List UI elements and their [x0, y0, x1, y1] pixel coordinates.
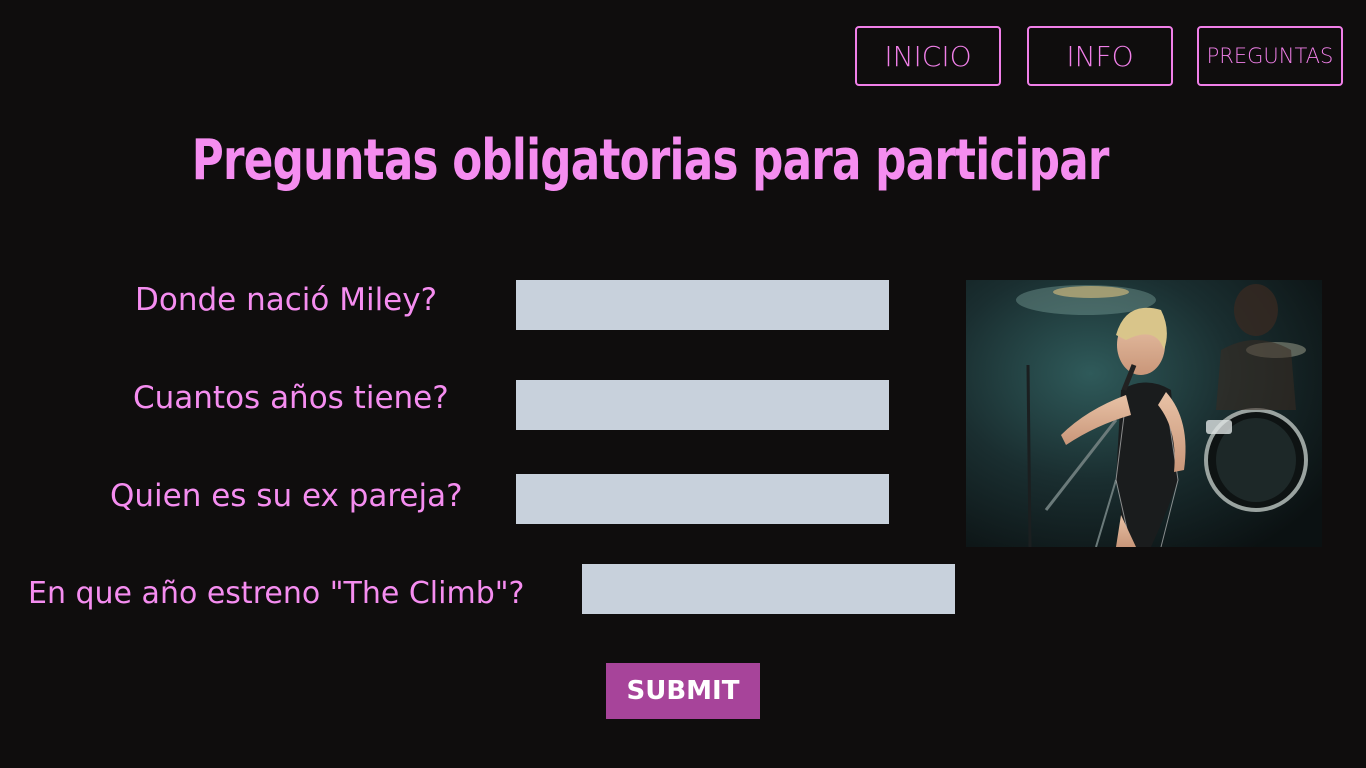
answer-input-3[interactable] — [516, 474, 889, 524]
answer-input-4[interactable] — [582, 564, 955, 614]
nav-button-preguntas[interactable]: PREGUNTAS — [1197, 26, 1343, 86]
nav-button-info[interactable]: INFO — [1027, 26, 1173, 86]
singer-photo — [966, 280, 1322, 547]
submit-button[interactable]: SUBMIT — [606, 663, 760, 719]
answer-input-2[interactable] — [516, 380, 889, 430]
question-label-2: Cuantos años tiene? — [133, 380, 449, 416]
page-title: Preguntas obligatorias para participar — [191, 128, 1110, 193]
nav-button-inicio[interactable]: INICIO — [855, 26, 1001, 86]
answer-input-1[interactable] — [516, 280, 889, 330]
question-label-3: Quien es su ex pareja? — [110, 478, 463, 514]
question-label-4: En que año estreno "The Climb"? — [28, 576, 525, 611]
question-label-1: Donde nació Miley? — [135, 282, 438, 318]
singer-photo-illustration — [966, 280, 1322, 547]
